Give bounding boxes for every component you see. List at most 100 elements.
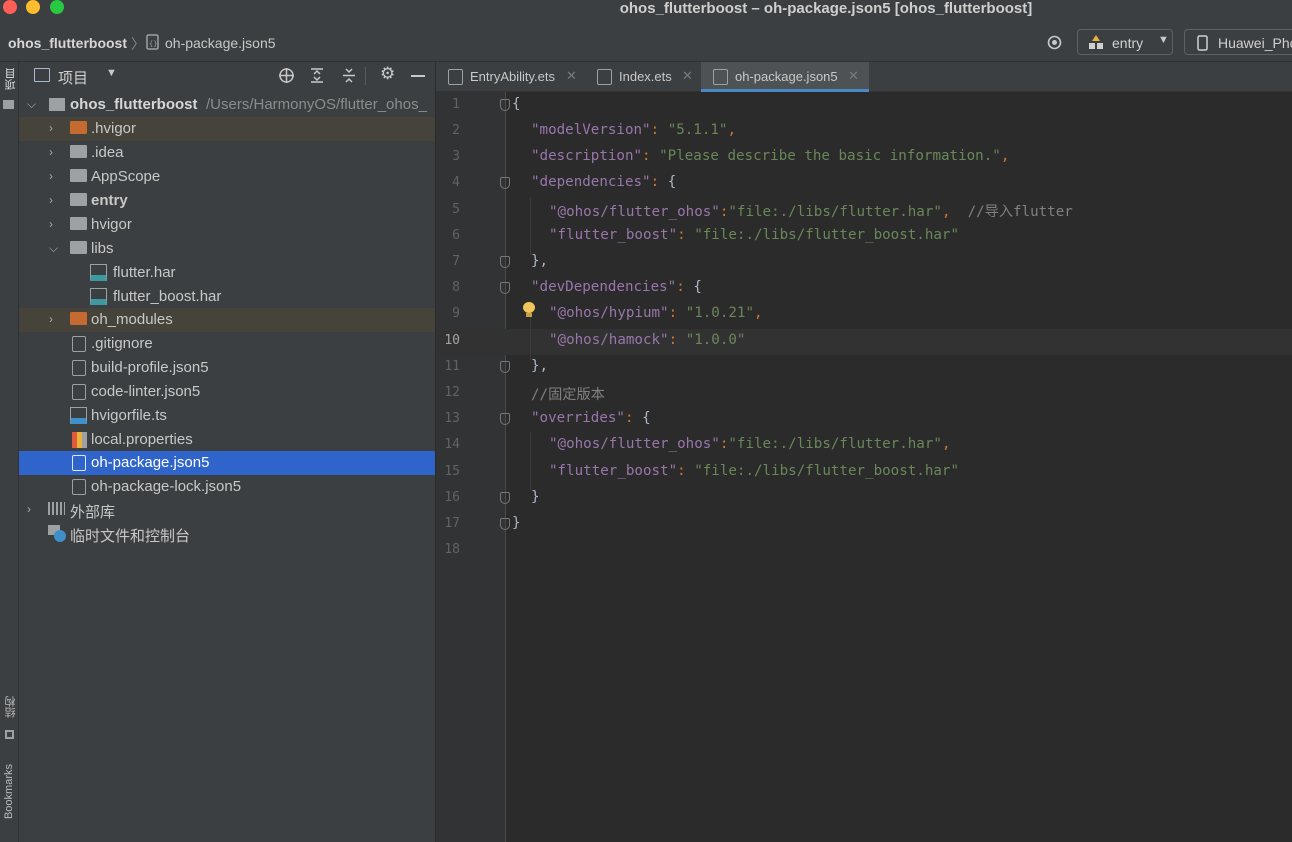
tab-index[interactable]: Index.ets ✕ [585, 62, 701, 92]
tree-item-gitignore[interactable]: .gitignore [19, 332, 435, 356]
module-folder-icon [49, 98, 65, 111]
chevron-right-icon[interactable]: › [49, 193, 53, 207]
tab-entryability[interactable]: EntryAbility.ets ✕ [436, 62, 585, 92]
tab-oh-package[interactable]: oh-package.json5 ✕ [701, 62, 869, 92]
close-icon[interactable]: ✕ [848, 68, 859, 84]
lightbulb-icon[interactable] [523, 302, 535, 318]
hide-panel-icon[interactable] [411, 75, 425, 77]
collapse-all-icon[interactable] [341, 67, 357, 84]
ts-file-icon [70, 407, 87, 424]
indent-guide [530, 197, 531, 255]
code-line-8: "devDependencies": { [531, 279, 702, 295]
run-config-dropdown[interactable]: entry ▼ [1077, 29, 1173, 55]
line-number: 16 [444, 490, 460, 505]
tree-item-oh-package[interactable]: oh-package.json5 [19, 451, 435, 475]
target-icon[interactable] [1046, 34, 1063, 51]
chevron-right-icon[interactable]: › [49, 312, 53, 326]
code-line-17: } [512, 515, 521, 531]
structure-icon [5, 730, 14, 739]
tree-item-external-libraries[interactable]: › 外部库 [19, 498, 435, 522]
tree-item-label: .idea [91, 144, 124, 161]
tree-item-label: code-linter.json5 [91, 383, 201, 400]
fold-marker-icon[interactable] [500, 99, 510, 111]
window-icon [34, 68, 50, 82]
gear-icon[interactable]: ⚙ [380, 64, 395, 84]
json-file-icon [72, 384, 86, 400]
tree-item-hvigor[interactable]: › hvigor [19, 213, 435, 237]
chevron-right-icon[interactable]: › [27, 502, 31, 516]
fold-marker-icon[interactable] [500, 282, 510, 294]
tree-item-code-linter[interactable]: code-linter.json5 [19, 380, 435, 404]
breadcrumb-file[interactable]: oh-package.json5 [165, 35, 276, 51]
code-line-10: "@ohos/hamock": "1.0.0" [549, 332, 746, 348]
folder-icon [70, 145, 87, 158]
tree-item-local-properties[interactable]: local.properties [19, 428, 435, 452]
chevron-right-icon[interactable]: › [49, 217, 53, 231]
tree-item-label: oh-package-lock.json5 [91, 478, 242, 495]
locate-icon[interactable] [278, 67, 295, 84]
tree-item-label: entry [91, 192, 128, 209]
tree-item-label: oh_modules [91, 311, 173, 328]
tree-item-libs[interactable]: ⌵ libs [19, 237, 435, 261]
json-file-icon [72, 455, 86, 471]
chevron-down-icon[interactable]: ⌵ [27, 97, 36, 112]
code-line-3: "description": "Please describe the basi… [531, 148, 1010, 164]
line-number: 5 [452, 202, 460, 217]
close-icon[interactable]: ✕ [682, 68, 693, 84]
tree-item-label: libs [91, 240, 114, 257]
fold-marker-icon[interactable] [500, 256, 510, 268]
tree-item-flutter-har[interactable]: flutter.har [19, 261, 435, 285]
line-number: 2 [452, 123, 460, 138]
tree-item-flutter-boost-har[interactable]: flutter_boost.har [19, 285, 435, 309]
chevron-right-icon[interactable]: › [49, 145, 53, 159]
bookmarks-tool-tab[interactable]: Bookmarks [3, 764, 15, 819]
chevron-down-icon[interactable]: ▼ [106, 67, 117, 79]
har-file-icon [90, 288, 107, 305]
tree-item-label: hvigorfile.ts [91, 407, 167, 424]
expand-all-icon[interactable] [309, 67, 325, 84]
chevron-down-icon[interactable]: ⌵ [49, 241, 58, 256]
project-tool-tab[interactable]: 项目 [3, 68, 19, 90]
tree-item-entry[interactable]: › entry [19, 189, 435, 213]
fold-marker-icon[interactable] [500, 177, 510, 189]
fold-marker-icon[interactable] [500, 413, 510, 425]
breadcrumb-project[interactable]: ohos_flutterboost [8, 35, 127, 51]
folder-icon [70, 217, 87, 230]
line-number: 14 [444, 437, 460, 452]
code-line-13: "overrides": { [531, 410, 651, 426]
device-selector[interactable]: Huawei_Pho [1184, 29, 1292, 55]
code-line-11: }, [531, 358, 549, 374]
structure-tool-tab[interactable]: 结构 [3, 696, 19, 718]
tab-label: Index.ets [619, 69, 672, 84]
fold-marker-icon[interactable] [500, 361, 510, 373]
phone-icon [1197, 35, 1208, 51]
tree-item-hvigor-hidden[interactable]: › .hvigor [19, 117, 435, 141]
tree-item-scratches[interactable]: 临时文件和控制台 [19, 522, 435, 546]
tree-item-idea[interactable]: › .idea [19, 141, 435, 165]
editor-tab-bar: EntryAbility.ets ✕ Index.ets ✕ oh-packag… [436, 62, 1292, 92]
tree-item-hvigorfile[interactable]: hvigorfile.ts [19, 404, 435, 428]
tree-item-oh-modules[interactable]: › oh_modules [19, 308, 435, 332]
fold-marker-icon[interactable] [500, 518, 510, 530]
fold-marker-icon[interactable] [500, 492, 510, 504]
indent-guide [530, 432, 531, 490]
ets-file-icon [597, 69, 612, 85]
chevron-right-icon[interactable]: › [49, 169, 53, 183]
line-number: 13 [444, 411, 460, 426]
tree-item-build-profile[interactable]: build-profile.json5 [19, 356, 435, 380]
close-icon[interactable]: ✕ [566, 68, 577, 84]
code-line-14: "@ohos/flutter_ohos":"file:./libs/flutte… [549, 436, 951, 452]
root-name: ohos_flutterboost [70, 96, 198, 113]
tree-item-appscope[interactable]: › AppScope [19, 165, 435, 189]
tree-item-oh-package-lock[interactable]: oh-package-lock.json5 [19, 475, 435, 499]
code-line-15: "flutter_boost": "file:./libs/flutter_bo… [549, 463, 960, 479]
line-number: 7 [452, 254, 460, 269]
project-panel-title[interactable]: 项目 [58, 67, 88, 88]
tree-item-label: .gitignore [91, 335, 153, 352]
code-line-16: } [531, 489, 540, 505]
tree-item-label: oh-package.json5 [91, 454, 210, 471]
line-number: 11 [444, 359, 460, 374]
tree-root[interactable]: ⌵ ohos_flutterboost /Users/HarmonyOS/flu… [19, 93, 435, 117]
tree-item-label: local.properties [91, 431, 193, 448]
chevron-right-icon[interactable]: › [49, 121, 53, 135]
